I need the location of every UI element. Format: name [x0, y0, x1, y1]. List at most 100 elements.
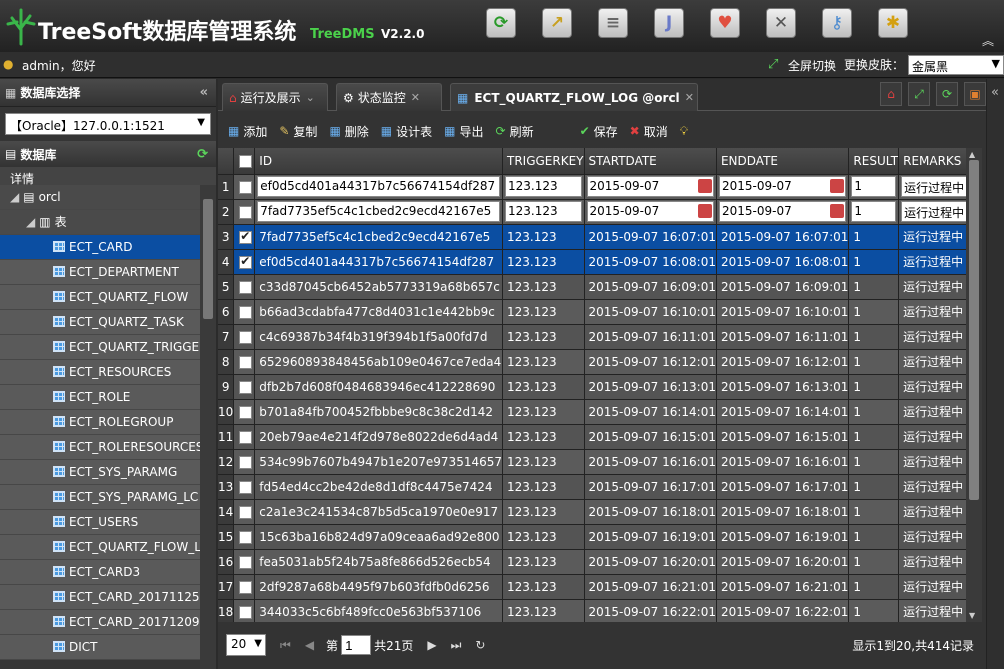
startdate-cell[interactable]: 2015-09-07 16:16:01	[584, 449, 717, 475]
startdate-cell[interactable]: 2015-09-07 16:07:01	[584, 224, 717, 250]
tree-node[interactable]: ECT_ROLEGROUP	[0, 410, 200, 435]
tab-table-log[interactable]: ▦ ECT_QUARTZ_FLOW_LOG @orcl ✕	[450, 83, 698, 111]
remarks-cell[interactable]: 运行过程中	[898, 324, 966, 350]
lightbulb-icon[interactable]: 💡︎	[680, 124, 688, 139]
triggerkey-cell[interactable]: 123.123	[502, 299, 585, 325]
id-cell[interactable]: fea5031ab5f24b75a8fe866d526ecb54	[254, 549, 503, 575]
column-header[interactable]: RESULT	[848, 148, 900, 175]
calendar-icon[interactable]	[830, 204, 845, 218]
column-header[interactable]: ID	[254, 148, 503, 175]
triggerkey-cell[interactable]: 123.123	[502, 424, 585, 450]
close-icon[interactable]: ⌄	[306, 91, 315, 104]
remarks-cell[interactable]: 运行过程中	[898, 549, 966, 575]
remarks-cell[interactable]: 运行过程中	[898, 224, 966, 250]
result-cell[interactable]: 1	[848, 574, 900, 600]
row-select-cell[interactable]	[233, 574, 256, 600]
result-cell[interactable]: 1	[848, 274, 900, 300]
tree-node[interactable]: ECT_QUARTZ_FLOW	[0, 285, 200, 310]
tree-node[interactable]: ECT_USERS	[0, 510, 200, 535]
expand-icon[interactable]: ◢	[10, 190, 19, 204]
result-cell[interactable]: 1	[848, 449, 900, 475]
row-select-cell[interactable]	[233, 399, 256, 425]
db-connection-select[interactable]: 【Oracle】127.0.0.1:1521 ▼	[5, 113, 211, 135]
startdate-cell[interactable]: 2015-09-07	[584, 174, 717, 200]
table-row[interactable]: 16 fea5031ab5f24b75a8fe866d526ecb54 123.12…	[218, 549, 966, 575]
row-checkbox[interactable]	[239, 530, 253, 544]
scrollbar-thumb[interactable]	[203, 199, 213, 319]
startdate-cell[interactable]: 2015-09-07 16:22:01	[584, 599, 717, 622]
triggerkey-cell[interactable]: 123.123	[502, 524, 585, 550]
enddate-cell[interactable]: 2015-09-07 16:22:01	[716, 599, 850, 622]
enddate-input[interactable]: 2015-09-07	[718, 201, 847, 222]
id-cell[interactable]: 534c99b7607b4947b1e207e973514657	[254, 449, 503, 475]
tree-node[interactable]: ECT_CARD	[0, 235, 200, 260]
id-cell[interactable]: 7fad7735ef5c4c1cbed2c9ecd42167e5	[254, 199, 503, 225]
tab-run-display[interactable]: ⌂ 运行及展示 ⌄	[222, 83, 328, 111]
tree-node[interactable]: DICT	[0, 635, 200, 660]
remarks-input[interactable]: 运行过程中	[901, 176, 966, 197]
fullscreen-toggle[interactable]: 全屏切换	[788, 57, 836, 74]
id-cell[interactable]: 344033c5c6bf489fcc0e563bf537106	[254, 599, 503, 622]
refresh-icon[interactable]: ⟳	[486, 8, 516, 38]
id-cell[interactable]: c33d87045cb6452ab5773319a68b657c	[254, 274, 503, 300]
remarks-cell[interactable]: 运行过程中	[898, 574, 966, 600]
fullscreen-icon[interactable]: ⤢	[908, 82, 930, 106]
refresh-button[interactable]: ⟳ 刷新	[496, 123, 534, 140]
startdate-cell[interactable]: 2015-09-07 16:21:01	[584, 574, 717, 600]
result-cell[interactable]: 1	[848, 224, 900, 250]
table-row[interactable]: 1 ef0d5cd401a44317b7c56674154df287 123.123…	[218, 174, 966, 200]
enddate-cell[interactable]: 2015-09-07 16:07:01	[716, 224, 850, 250]
prev-page-icon[interactable]: ◀︎	[305, 638, 314, 652]
row-select-cell[interactable]	[233, 374, 256, 400]
tree-node[interactable]: ECT_DEPARTMENT	[0, 260, 200, 285]
skin-select[interactable]: 金属黑 ▼	[908, 55, 1004, 75]
remarks-cell[interactable]: 运行过程中	[898, 424, 966, 450]
triggerkey-cell[interactable]: 123.123	[502, 374, 585, 400]
first-page-icon[interactable]: ⏮︎	[280, 638, 291, 653]
row-checkbox[interactable]	[239, 254, 253, 269]
row-checkbox[interactable]	[239, 280, 253, 294]
id-input[interactable]: 7fad7735ef5c4c1cbed2c9ecd42167e5	[257, 201, 500, 222]
tree-node[interactable]: ECT_RESOURCES	[0, 360, 200, 385]
row-select-cell[interactable]	[233, 249, 256, 275]
id-cell[interactable]: 2df9287a68b4495f97b603fdfb0d6256	[254, 574, 503, 600]
result-cell[interactable]: 1	[848, 174, 900, 200]
row-select-cell[interactable]	[233, 499, 256, 525]
person-icon[interactable]: ✱	[878, 8, 908, 38]
startdate-cell[interactable]: 2015-09-07 16:20:01	[584, 549, 717, 575]
row-checkbox[interactable]	[239, 205, 253, 219]
calendar-icon[interactable]	[697, 179, 712, 193]
remarks-cell[interactable]: 运行过程中	[898, 374, 966, 400]
database-icon[interactable]: ≡	[598, 8, 628, 38]
id-cell[interactable]: c4c69387b34f4b319f394b1f5a00fd7d	[254, 324, 503, 350]
design-table-button[interactable]: ▦ 设计表	[381, 123, 432, 140]
triggerkey-input[interactable]: 123.123	[505, 201, 582, 222]
triggerkey-cell[interactable]: 123.123	[502, 499, 585, 525]
triggerkey-cell[interactable]: 123.123	[502, 349, 585, 375]
triggerkey-cell[interactable]: 123.123	[502, 449, 585, 475]
result-cell[interactable]: 1	[848, 299, 900, 325]
enddate-cell[interactable]: 2015-09-07 16:15:01	[716, 424, 850, 450]
remarks-cell[interactable]: 运行过程中	[898, 199, 966, 225]
enddate-cell[interactable]: 2015-09-07 16:16:01	[716, 449, 850, 475]
result-cell[interactable]: 1	[848, 474, 900, 500]
startdate-cell[interactable]: 2015-09-07 16:08:01	[584, 249, 717, 275]
home-icon[interactable]: ⌂	[880, 82, 902, 106]
select-all-header[interactable]	[233, 148, 256, 175]
enddate-cell[interactable]: 2015-09-07 16:17:01	[716, 474, 850, 500]
tree-node[interactable]: ECT_SYS_PARAMG	[0, 460, 200, 485]
row-checkbox[interactable]	[239, 330, 253, 344]
enddate-cell[interactable]: 2015-09-07 16:18:01	[716, 499, 850, 525]
table-row[interactable]: 2 7fad7735ef5c4c1cbed2c9ecd42167e5 123.123…	[218, 199, 966, 225]
result-cell[interactable]: 1	[848, 374, 900, 400]
id-input[interactable]: ef0d5cd401a44317b7c56674154df287	[257, 176, 500, 197]
startdate-cell[interactable]: 2015-09-07 16:11:01	[584, 324, 717, 350]
row-checkbox[interactable]	[239, 380, 253, 394]
collapse-sidebar-icon[interactable]: «	[200, 85, 208, 100]
copy-button[interactable]: ✎ 复制	[279, 123, 317, 140]
result-cell[interactable]: 1	[848, 499, 900, 525]
next-page-icon[interactable]: ▶︎	[427, 638, 436, 652]
row-select-cell[interactable]	[233, 424, 256, 450]
result-cell[interactable]: 1	[848, 424, 900, 450]
table-row[interactable]: 3 7fad7735ef5c4c1cbed2c9ecd42167e5123.123…	[218, 224, 966, 250]
